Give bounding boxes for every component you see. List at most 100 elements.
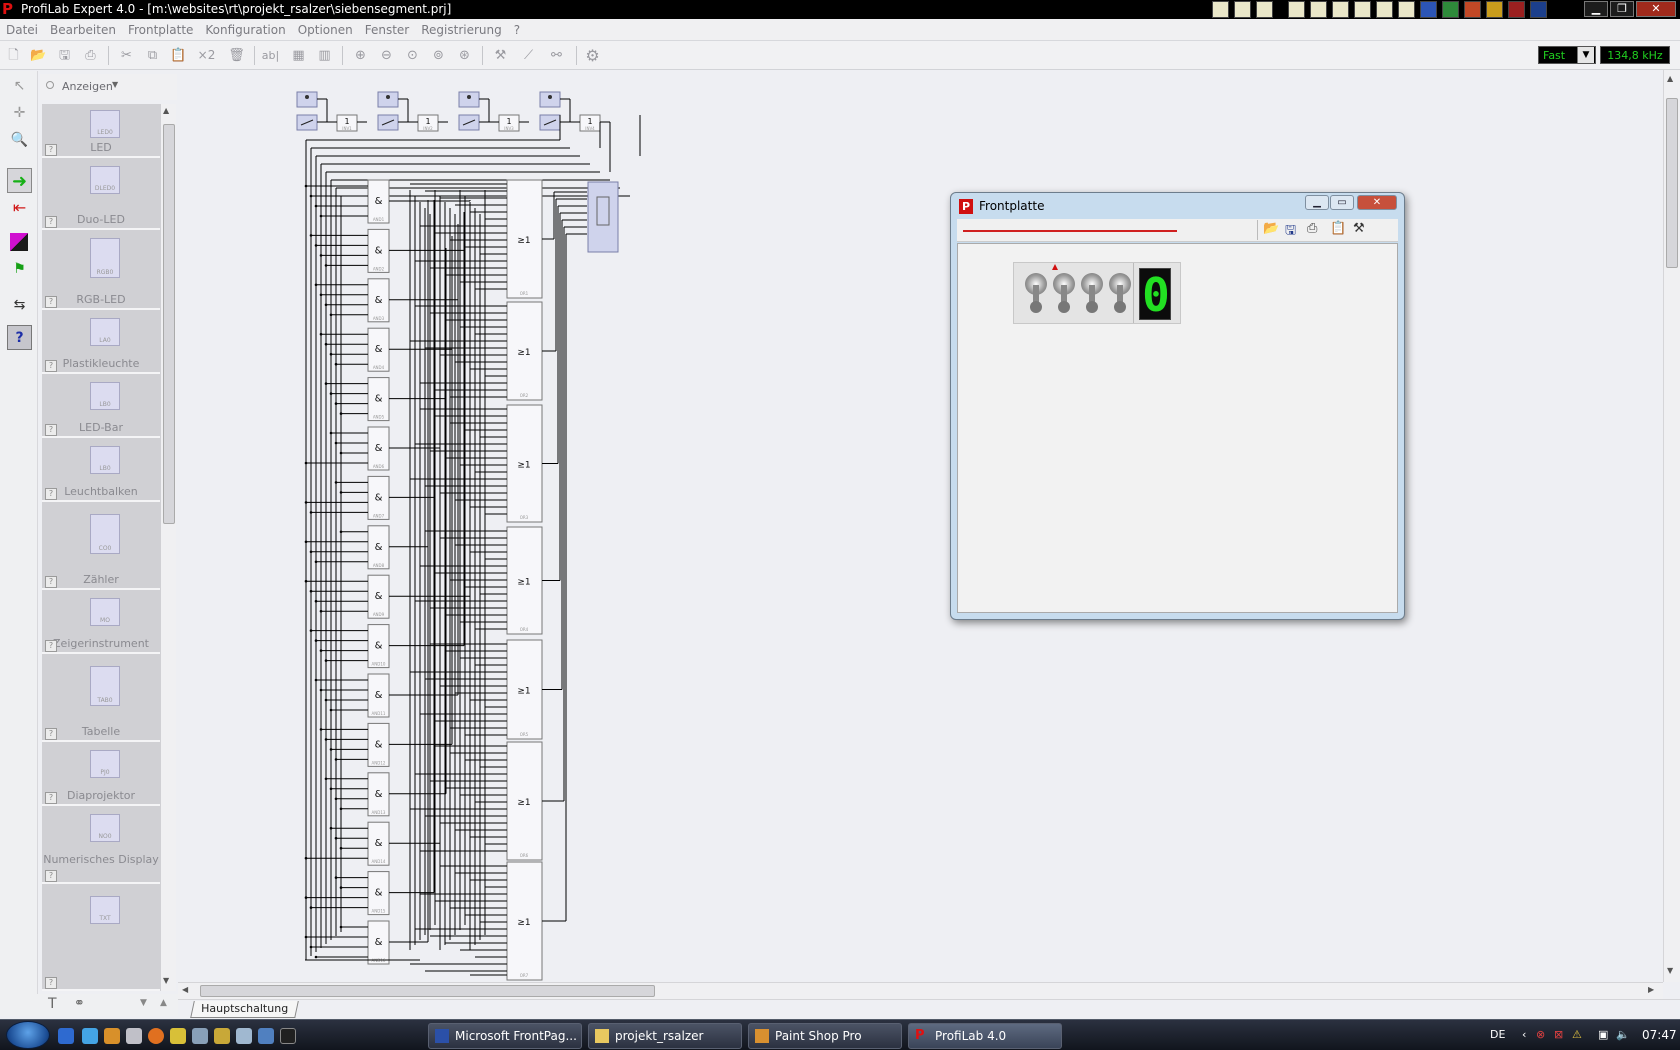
calculator-icon[interactable] xyxy=(126,1028,142,1044)
frontplate-minimize-button[interactable]: ▁ xyxy=(1305,195,1329,210)
toggle-switch-4[interactable] xyxy=(1108,273,1132,317)
star-icon[interactable] xyxy=(170,1028,186,1044)
open-folder-icon[interactable]: 📂 xyxy=(28,45,49,66)
task-frontpage[interactable]: Microsoft FrontPag... xyxy=(428,1023,582,1049)
wire-tool-icon[interactable]: ⟋ xyxy=(518,45,539,66)
swap-icon[interactable]: ⇆ xyxy=(7,293,32,318)
canvas-vertical-scrollbar[interactable]: ▲ ▼ xyxy=(1663,70,1680,982)
output-arrow-icon[interactable]: ⇤ xyxy=(7,195,32,220)
minimize-button[interactable]: ▁ xyxy=(1584,1,1608,17)
tools-icon[interactable]: ⚒ xyxy=(1353,221,1365,236)
help-icon[interactable]: ? xyxy=(45,977,57,989)
task-projekt-folder[interactable]: projekt_rsalzer xyxy=(588,1023,742,1049)
palette-item-9[interactable]: TAB0 Tabelle? xyxy=(42,656,160,742)
palette-item-10[interactable]: PJ0 Diaprojektor? xyxy=(42,744,160,806)
help-cursor-icon[interactable]: ? xyxy=(7,325,32,350)
palette-item-8[interactable]: MO Zeigerinstrument? xyxy=(42,592,160,654)
console-icon[interactable] xyxy=(280,1028,296,1044)
tools-quicklaunch-icon[interactable] xyxy=(192,1028,208,1044)
scroll-down-icon[interactable]: ▼ xyxy=(163,976,169,985)
chevron-left-icon[interactable]: ‹ xyxy=(1522,1028,1526,1041)
palette-item-5[interactable]: LB0 LED-Bar? xyxy=(42,376,160,438)
chevron-down-icon[interactable]: ▼ xyxy=(112,80,118,89)
palette-item-3[interactable]: RGB0 RGB-LED? xyxy=(42,232,160,310)
pointer-icon[interactable]: ↖ xyxy=(7,74,32,99)
flag-icon[interactable]: ⚑ xyxy=(7,257,32,282)
frontplate-surface[interactable]: 0 xyxy=(957,243,1398,613)
pen-icon[interactable] xyxy=(214,1028,230,1044)
help-icon[interactable]: ? xyxy=(45,360,57,372)
palette-item-4[interactable]: LA0 Plastikleuchte? xyxy=(42,312,160,374)
frontplate-maximize-button[interactable]: ▭ xyxy=(1330,195,1354,210)
zoom-window-icon[interactable]: ⊚ xyxy=(428,45,449,66)
connect-icon[interactable]: ⚯ xyxy=(546,45,567,66)
help-icon[interactable]: ? xyxy=(45,144,57,156)
menu-datei[interactable]: Datei xyxy=(0,19,44,41)
mail-icon[interactable] xyxy=(1288,1,1305,18)
quicklaunch-icon-3[interactable] xyxy=(1256,1,1273,18)
new-file-icon[interactable]: 🗋 xyxy=(3,45,24,66)
palette-item-11[interactable]: NO0 Numerisches Display? xyxy=(42,808,160,884)
word-icon[interactable] xyxy=(1420,1,1437,18)
scroll-up-icon[interactable]: ▲ xyxy=(1667,74,1673,83)
menu-frontplatte[interactable]: Frontplatte xyxy=(122,19,199,41)
tools-icon[interactable]: ⚒ xyxy=(490,45,511,66)
toggle-switch-1[interactable] xyxy=(1024,273,1048,317)
canvas-hscroll-thumb[interactable] xyxy=(200,985,655,997)
powerpoint-icon[interactable] xyxy=(1464,1,1481,18)
help-icon[interactable]: ? xyxy=(45,216,57,228)
journal-icon[interactable] xyxy=(1376,1,1393,18)
network-icon[interactable] xyxy=(258,1028,274,1044)
help-icon[interactable]: ? xyxy=(45,870,57,882)
help-icon[interactable]: ? xyxy=(45,576,57,588)
move-down-icon[interactable]: ▼ xyxy=(140,998,147,1008)
open-folder-icon[interactable]: 📂 xyxy=(1263,221,1279,236)
office-tool-icon[interactable] xyxy=(1486,1,1503,18)
table-icon[interactable]: ▥ xyxy=(314,45,335,66)
calendar-icon[interactable] xyxy=(1310,1,1327,18)
task-paint-shop-pro[interactable]: Paint Shop Pro xyxy=(748,1023,902,1049)
help-icon[interactable]: ? xyxy=(45,728,57,740)
contacts-icon[interactable] xyxy=(1354,1,1371,18)
scroll-down-icon[interactable]: ▼ xyxy=(1667,966,1673,975)
access-icon[interactable] xyxy=(1508,1,1525,18)
start-button[interactable] xyxy=(6,1021,50,1049)
palette-category-select[interactable]: Anzeigen xyxy=(62,80,113,93)
palette-scrollbar[interactable]: ▲ ▼ xyxy=(160,104,176,991)
menu-help[interactable]: ? xyxy=(508,19,526,41)
scroll-left-icon[interactable]: ◀ xyxy=(182,985,188,994)
print-icon[interactable]: ⎙ xyxy=(80,45,101,66)
help-icon[interactable]: ? xyxy=(45,792,57,804)
text-icon[interactable]: T xyxy=(48,996,57,1012)
language-indicator[interactable]: DE xyxy=(1490,1028,1505,1041)
scroll-right-icon[interactable]: ▶ xyxy=(1648,985,1654,994)
canvas-vscroll-thumb[interactable] xyxy=(1666,98,1678,268)
notes-icon[interactable] xyxy=(1332,1,1349,18)
palette-item-7[interactable]: CO0 Zähler? xyxy=(42,504,160,590)
help-icon[interactable]: ? xyxy=(45,488,57,500)
palette-scroll-thumb[interactable] xyxy=(163,124,175,524)
paste-icon[interactable]: 📋 xyxy=(1330,221,1346,236)
chevron-down-icon[interactable]: ▼ xyxy=(1577,47,1594,63)
palette-item-6[interactable]: LB0 Leuchtbalken? xyxy=(42,440,160,502)
schematic-canvas[interactable]: 1 INV1 1 INV2 1 INV3 1 INV4 & AND1 & AND2 & AND3 & AND4… xyxy=(178,70,1663,982)
excel-icon[interactable] xyxy=(1442,1,1459,18)
firefox-icon[interactable] xyxy=(148,1028,164,1044)
vista-app-icon[interactable] xyxy=(1530,1,1547,18)
toggle-switch-3[interactable] xyxy=(1080,273,1104,317)
palette-item-2[interactable]: DLED0 Duo-LED? xyxy=(42,160,160,230)
help-icon[interactable]: ? xyxy=(45,424,57,436)
palette-item-1[interactable]: LED0 LED? xyxy=(42,104,160,158)
network-alert-icon[interactable]: ⊠ xyxy=(1554,1028,1563,1041)
menu-konfiguration[interactable]: Konfiguration xyxy=(199,19,291,41)
binoculars-icon[interactable]: ⚭ xyxy=(74,996,85,1011)
scroll-up-icon[interactable]: ▲ xyxy=(163,106,169,115)
duplicate-button[interactable]: ×2 xyxy=(196,45,217,66)
quicklaunch-icon-1[interactable] xyxy=(1212,1,1229,18)
close-button[interactable]: ✕ xyxy=(1636,1,1676,17)
menu-bearbeiten[interactable]: Bearbeiten xyxy=(44,19,122,41)
zoom-out-icon[interactable]: ⊖ xyxy=(376,45,397,66)
notepad-icon[interactable] xyxy=(236,1028,252,1044)
canvas-horizontal-scrollbar[interactable]: ◀ ▶ xyxy=(178,982,1663,999)
volume-icon[interactable]: 🔈 xyxy=(1616,1028,1630,1041)
